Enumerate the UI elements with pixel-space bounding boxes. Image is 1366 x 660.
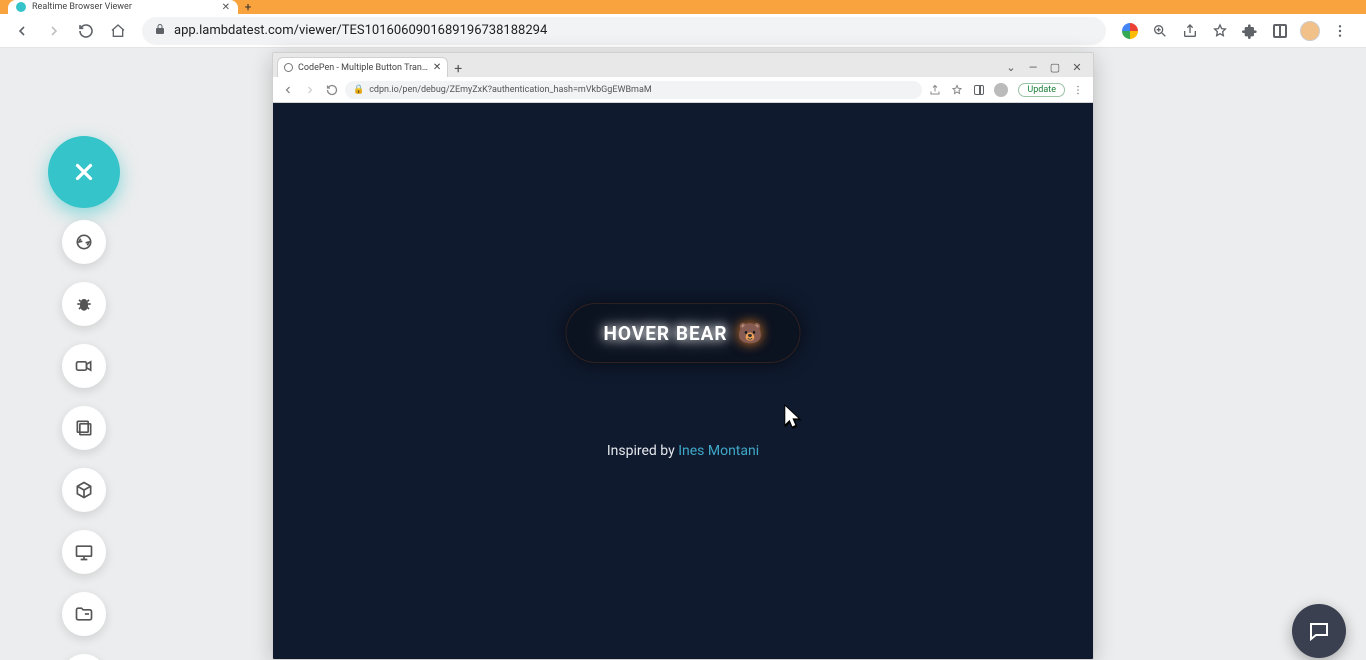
resolution-icon[interactable]: [62, 530, 106, 574]
credit-prefix: Inspired by: [607, 443, 678, 459]
credit-link[interactable]: Ines Montani: [678, 443, 759, 459]
location-icon[interactable]: [62, 654, 106, 660]
outer-browser-tab[interactable]: Realtime Browser Viewer ✕: [8, 0, 238, 14]
zoom-icon[interactable]: [1146, 17, 1174, 45]
remote-forward-button[interactable]: [301, 81, 319, 99]
remote-back-button[interactable]: [279, 81, 297, 99]
address-bar-url: app.lambdatest.com/viewer/TES10160609016…: [174, 23, 547, 38]
remote-panels-icon[interactable]: [970, 81, 988, 99]
remote-toolbar: 🔒 cdpn.io/pen/debug/ZEmyZxK?authenticati…: [273, 77, 1093, 103]
panels-icon[interactable]: [1266, 17, 1294, 45]
remote-window-controls: ⌄ — ▢ ✕: [999, 57, 1089, 77]
google-icon[interactable]: [1116, 17, 1144, 45]
outer-browser-toolbar: app.lambdatest.com/viewer/TES10160609016…: [0, 14, 1366, 48]
bear-emoji-icon: 🐻: [738, 321, 763, 345]
close-tab-icon[interactable]: ✕: [222, 2, 230, 13]
video-record-icon[interactable]: [62, 344, 106, 388]
end-session-button[interactable]: [48, 136, 120, 208]
remote-avatar[interactable]: [992, 81, 1010, 99]
address-bar[interactable]: app.lambdatest.com/viewer/TES10160609016…: [142, 17, 1106, 45]
credit-text: Inspired by Ines Montani: [607, 443, 759, 459]
outer-browser-tabstrip: Realtime Browser Viewer ✕ +: [0, 0, 1366, 14]
switch-icon[interactable]: [62, 220, 106, 264]
hover-bear-button[interactable]: HOVER BEAR 🐻: [566, 303, 801, 363]
share-icon[interactable]: [1176, 17, 1204, 45]
lock-icon: [154, 23, 166, 39]
remote-new-tab-button[interactable]: +: [448, 61, 468, 77]
remote-tab-title: CodePen - Multiple Button Tran…: [298, 63, 428, 73]
remote-kebab-icon[interactable]: [1069, 81, 1087, 99]
bug-icon[interactable]: [62, 282, 106, 326]
chat-support-button[interactable]: [1292, 604, 1346, 658]
lambdatest-favicon: [16, 2, 26, 12]
remote-update-button[interactable]: Update: [1018, 83, 1065, 97]
bookmark-star-icon[interactable]: [1206, 17, 1234, 45]
remote-url: cdpn.io/pen/debug/ZEmyZxK?authentication…: [369, 85, 651, 95]
close-window-icon[interactable]: ✕: [1067, 59, 1087, 75]
kebab-menu-icon[interactable]: [1326, 17, 1354, 45]
profile-avatar[interactable]: [1296, 17, 1324, 45]
close-tab-icon[interactable]: ✕: [433, 62, 441, 73]
remote-address-bar[interactable]: 🔒 cdpn.io/pen/debug/ZEmyZxK?authenticati…: [345, 81, 922, 99]
remote-star-icon[interactable]: [948, 81, 966, 99]
remote-tabstrip: CodePen - Multiple Button Tran… ✕ + ⌄ — …: [273, 53, 1093, 77]
home-button[interactable]: [104, 17, 132, 45]
reload-button[interactable]: [72, 17, 100, 45]
remote-tab[interactable]: CodePen - Multiple Button Tran… ✕: [277, 57, 448, 77]
chevron-down-icon[interactable]: ⌄: [1001, 59, 1021, 75]
hover-bear-label: HOVER BEAR: [604, 322, 728, 345]
maximize-icon[interactable]: ▢: [1045, 59, 1065, 75]
new-tab-button[interactable]: +: [238, 0, 258, 14]
session-toolbar: [62, 220, 106, 660]
files-icon[interactable]: [62, 592, 106, 636]
extensions-icon[interactable]: [1236, 17, 1264, 45]
forward-button[interactable]: [40, 17, 68, 45]
minimize-icon[interactable]: —: [1023, 59, 1043, 75]
viewer-stage: CodePen - Multiple Button Tran… ✕ + ⌄ — …: [0, 48, 1366, 660]
remote-share-icon[interactable]: [926, 81, 944, 99]
codepen-favicon: [284, 63, 293, 72]
screenshot-gallery-icon[interactable]: [62, 406, 106, 450]
remote-page-content: HOVER BEAR 🐻 Inspired by Ines Montani: [273, 103, 1093, 659]
remote-browser-window: CodePen - Multiple Button Tran… ✕ + ⌄ — …: [272, 52, 1094, 660]
remote-reload-button[interactable]: [323, 81, 341, 99]
lock-icon: 🔒: [353, 85, 364, 95]
back-button[interactable]: [8, 17, 36, 45]
mouse-cursor-icon: [783, 403, 805, 435]
package-icon[interactable]: [62, 468, 106, 512]
outer-tab-title: Realtime Browser Viewer: [32, 2, 216, 12]
